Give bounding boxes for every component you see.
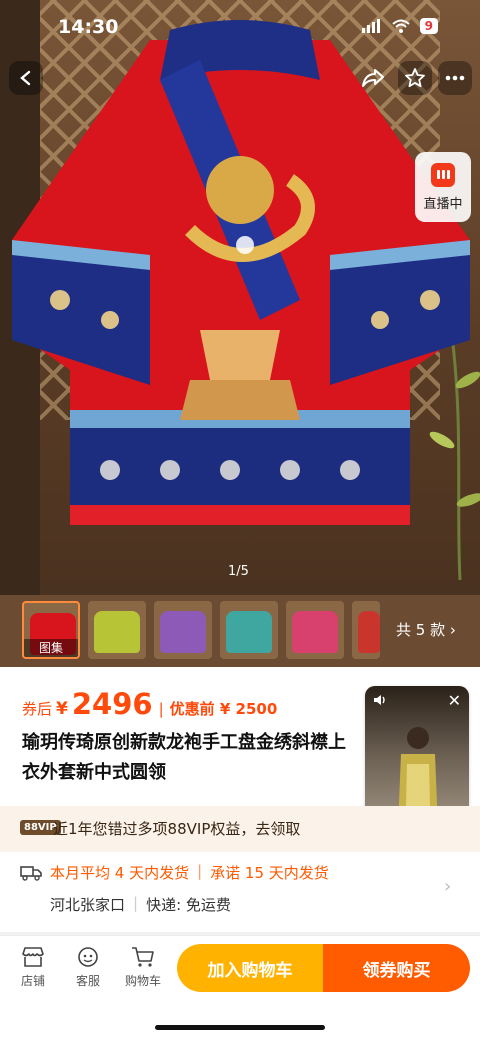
- thumbnail-gallery[interactable]: 图集: [22, 601, 80, 659]
- volume-icon[interactable]: [373, 694, 387, 709]
- shipping-section[interactable]: 本月平均 4 天内发货 | 承诺 15 天内发货 河北张家口 | 快递: 免运费…: [0, 852, 480, 932]
- status-time: 14:30: [58, 16, 119, 38]
- ship-origin: 河北张家口: [50, 896, 126, 914]
- thumbnail-strip: 图集 共 5 款 ›: [0, 595, 480, 667]
- home-indicator: [155, 1025, 325, 1030]
- close-icon[interactable]: ✕: [448, 691, 461, 710]
- live-stream-button[interactable]: 直播中: [415, 152, 471, 222]
- customer-service-button[interactable]: 客服: [63, 946, 113, 989]
- delivery-promise: 承诺 15 天内发货: [210, 864, 329, 882]
- shop-label: 店铺: [20, 974, 45, 988]
- chevron-right-icon: ›: [449, 621, 456, 639]
- variants-link[interactable]: 共 5 款 ›: [396, 619, 456, 640]
- express-fee: 快递: 免运费: [146, 896, 231, 914]
- thumbnail-tag: 图集: [24, 639, 78, 657]
- service-label: 客服: [75, 974, 100, 988]
- cart-nav-button[interactable]: 购物车: [118, 946, 168, 989]
- price-amount: 2496: [71, 687, 153, 721]
- chevron-right-icon: ›: [444, 876, 452, 897]
- delivery-average: 本月平均 4 天内发货: [50, 864, 190, 882]
- share-button[interactable]: [356, 61, 390, 95]
- more-dots-icon: [445, 75, 465, 81]
- divider: |: [133, 894, 139, 912]
- product-image[interactable]: 14:30 9 直播中 1/5: [0, 0, 480, 595]
- speaker-icon: [374, 695, 385, 705]
- more-button[interactable]: [438, 61, 472, 95]
- back-button[interactable]: [9, 61, 43, 95]
- thumbnail-robe: [94, 611, 140, 653]
- thumbnail-robe: [160, 611, 206, 653]
- signal-icon: [361, 19, 380, 33]
- wifi-icon: [391, 19, 410, 33]
- live-label: 直播中: [423, 196, 463, 212]
- origin-info: 河北张家口 | 快递: 免运费: [50, 894, 231, 915]
- price-separator: |: [158, 700, 164, 718]
- cart-label: 购物车: [124, 974, 161, 988]
- truck-icon: [20, 866, 42, 881]
- favorite-button[interactable]: [398, 61, 432, 95]
- thumbnail-variant[interactable]: [286, 601, 344, 659]
- buy-now-button[interactable]: 领券购买: [323, 944, 470, 992]
- add-to-cart-button[interactable]: 加入购物车: [177, 944, 323, 992]
- live-icon: [431, 162, 455, 187]
- vip-text: 近1年您错过多项88VIP权益，去领取: [53, 820, 301, 838]
- vip-banner[interactable]: 88VIP 近1年您错过多项88VIP权益，去领取: [0, 806, 480, 852]
- shop-button[interactable]: 店铺: [8, 946, 58, 989]
- thumbnail-robe: [358, 611, 380, 653]
- star-icon: [405, 68, 425, 88]
- thumbnail-variant[interactable]: [88, 601, 146, 659]
- thumbnail-variant[interactable]: [352, 601, 380, 659]
- price-row: 券后 ¥ 2496 | 优惠前 ¥ 2500: [22, 687, 277, 721]
- share-icon: [362, 69, 384, 87]
- variants-label: 共 5 款: [396, 621, 446, 639]
- thumbnail-robe: [292, 611, 338, 653]
- image-counter: 1/5: [228, 564, 249, 579]
- thumbnail-variant[interactable]: [154, 601, 212, 659]
- store-icon: [22, 947, 44, 967]
- thumbnail-variant[interactable]: [220, 601, 278, 659]
- delivery-info: 本月平均 4 天内发货 | 承诺 15 天内发货: [50, 862, 329, 883]
- thumbnail-robe: [226, 611, 272, 653]
- product-title[interactable]: 瑜玥传琦原创新款龙袍手工盘金绣斜襟上衣外套新中式圆领: [22, 728, 362, 788]
- bottom-action-bar: 店铺 客服 购物车 加入购物车 领券购买: [0, 935, 480, 1039]
- chevron-left-icon: [20, 70, 31, 86]
- chat-face-icon: [78, 947, 98, 967]
- coupon-price-label: 券后: [22, 700, 53, 718]
- currency-symbol: ¥: [56, 699, 68, 719]
- cart-icon: [132, 947, 154, 967]
- original-price: 优惠前 ¥ 2500: [169, 700, 278, 718]
- divider: |: [197, 862, 203, 880]
- battery-indicator: 9: [419, 18, 438, 34]
- status-bar: 14:30 9: [0, 0, 480, 54]
